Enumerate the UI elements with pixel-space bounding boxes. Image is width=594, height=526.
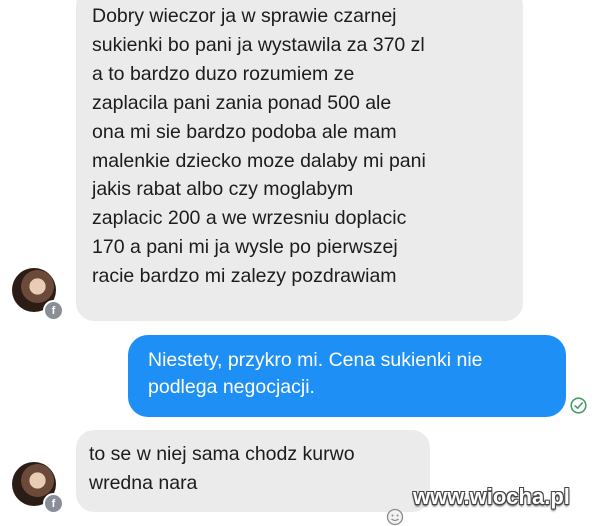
check-circle-icon (570, 397, 587, 414)
message-text-line: ona mi sie bardzo podoba ale mam (92, 120, 397, 143)
badge-letter: f (51, 304, 56, 317)
message-text-line: wredna nara (89, 471, 198, 494)
message-text-line: racie bardzo mi zalezy pozdrawiam (92, 265, 397, 288)
message-text-line: a to bardzo duzo rozumiem ze (92, 62, 355, 85)
incoming-message-bubble[interactable]: to se w niej sama chodz kurwo wredna nar… (76, 430, 430, 512)
message-text-line: jakis rabat albo czy moglabym (92, 178, 354, 201)
message-text-line: podlega negocjacji. (148, 376, 315, 398)
outgoing-message-bubble[interactable]: Niestety, przykro mi. Cena sukienki nie … (128, 335, 566, 417)
message-text-line: sukienki bo pani ja wystawila za 370 zl (92, 33, 425, 56)
facebook-badge-icon: f (43, 493, 64, 514)
watermark: www.wiocha.pl (413, 484, 570, 509)
message-text-line: Niestety, przykro mi. Cena sukienki nie (148, 349, 483, 371)
message-text-line: Dobry wieczor ja w sprawie czarnej (92, 5, 397, 27)
message-text-line: zaplacic 200 a we wrzesniu doplacic (92, 207, 407, 230)
message-text-line: zaplacila pani zania ponad 500 ale (92, 91, 392, 114)
facebook-badge-icon: f (43, 300, 64, 321)
badge-letter: f (51, 497, 56, 510)
smiley-icon[interactable] (386, 508, 404, 526)
message-text-line: malenkie dziecko moze dalaby mi pani (92, 149, 426, 172)
incoming-message-bubble[interactable]: Dobry wieczor ja w sprawie czarnej sukie… (76, 0, 523, 321)
message-text-line: to se w niej sama chodz kurwo (89, 443, 355, 465)
message-text-line: 170 a pani mi ja wysle po pierwszej (92, 236, 398, 259)
